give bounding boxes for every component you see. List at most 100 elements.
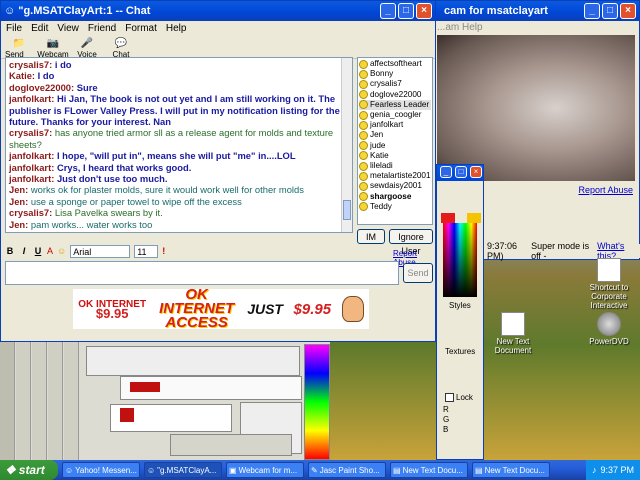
message-sender: Katie: <box>9 70 36 82</box>
task-yahoo-messenger[interactable]: ☺ Yahoo! Messen... <box>62 462 140 478</box>
menu-edit[interactable]: Edit <box>31 23 48 35</box>
user-list-item[interactable]: Katie <box>359 151 431 161</box>
message-input[interactable] <box>5 261 399 285</box>
chat-button[interactable]: 💬 Chat <box>107 38 135 59</box>
message-text: Lisa Pavelka swears by it. <box>54 207 163 219</box>
status-bar: 9:37:06 PM) Super mode is off - What's t… <box>484 241 640 261</box>
color-spectrum[interactable] <box>443 223 477 297</box>
user-smiley-icon <box>359 141 368 151</box>
user-list-item[interactable]: jude <box>359 141 431 151</box>
send-button[interactable]: Send <box>403 263 433 283</box>
message-sender: Jen: <box>9 195 29 207</box>
user-smiley-icon <box>359 80 368 89</box>
desktop-icon-powerdvd[interactable]: PowerDVD <box>580 312 638 346</box>
menu-bar: File Edit View Friend Format Help <box>1 21 435 37</box>
user-list-item[interactable]: Fearless Leader <box>359 99 431 111</box>
shortcut-icon <box>597 258 621 282</box>
close-icon[interactable]: × <box>416 3 432 19</box>
canvas-thumb[interactable] <box>86 346 300 376</box>
user-list-item[interactable]: janfolkart <box>359 120 431 130</box>
message-sender: janfolkart: <box>9 230 54 232</box>
taskbar: ❖ start ☺ Yahoo! Messen... ☺ "g.MSATClayA.… <box>0 460 640 480</box>
desktop-icon-text-doc[interactable]: New Text Document <box>484 312 542 355</box>
emoticon-icon[interactable]: ☺ <box>57 246 66 256</box>
background-swatch[interactable] <box>467 213 481 223</box>
chat-title: "g.MSATClayArt:1 -- Chat <box>18 5 151 17</box>
start-button[interactable]: ❖ start <box>0 460 58 480</box>
minimize-icon[interactable]: _ <box>380 3 396 19</box>
styles-label: Styles <box>449 301 471 310</box>
chat-log[interactable]: crysalis7: i do Katie: I do doglove22000: … <box>5 57 353 233</box>
desktop-icon-shortcut[interactable]: Shortcut to Corporate Interactive <box>580 258 638 310</box>
task-chat[interactable]: ☺ "g.MSATClayA... <box>144 462 222 478</box>
message-text: pam works... water works too <box>30 218 153 230</box>
user-smiley-icon <box>359 110 368 120</box>
close-icon[interactable]: × <box>470 166 482 178</box>
ad-thumb <box>120 408 134 422</box>
voice-button[interactable]: 🎤 Voice <box>73 38 101 59</box>
user-list-item[interactable]: Bonny <box>359 69 431 79</box>
menu-view[interactable]: View <box>57 23 79 35</box>
canvas-thumb[interactable] <box>170 434 292 456</box>
webcam-button[interactable]: 📷 Webcam <box>37 38 68 59</box>
maximize-icon[interactable]: □ <box>602 3 618 19</box>
user-list-item[interactable]: affectsoftheart <box>359 59 431 69</box>
chat-message: janfolkart: Hi Jan, The book is not out … <box>9 93 349 127</box>
font-select[interactable]: Arial <box>70 244 131 258</box>
user-name: shargoose <box>370 191 412 201</box>
user-name: Fearless Leader <box>370 99 430 109</box>
send-file-button[interactable]: 📁 Send File <box>5 38 33 68</box>
font-size-select[interactable]: 11 <box>134 244 159 258</box>
scrollbar-thumb[interactable] <box>343 200 351 220</box>
user-name: affectsoftheart <box>370 59 422 68</box>
task-webcam[interactable]: ▣ Webcam for m... <box>226 462 304 478</box>
webcam-titlebar[interactable]: cam for msatclayart _ □ × <box>433 1 639 21</box>
maximize-icon[interactable]: □ <box>455 166 467 178</box>
menu-friend[interactable]: Friend <box>88 23 116 35</box>
menu-file[interactable]: File <box>6 23 22 35</box>
clock[interactable]: 9:37 PM <box>600 465 634 475</box>
user-list-item[interactable]: lileladi <box>359 161 431 171</box>
lock-checkbox[interactable]: Lock <box>445 393 473 402</box>
webcam-report-abuse-link[interactable]: Report Abuse <box>578 185 633 195</box>
user-list[interactable]: affectsoftheart Bonny crysalis7 doglove2200… <box>357 57 433 225</box>
menu-format[interactable]: Format <box>125 23 157 35</box>
foreground-swatch[interactable] <box>441 213 455 223</box>
chat-icon: ☺ <box>147 465 156 475</box>
user-list-item[interactable]: genia_coogler <box>359 110 431 120</box>
task-paint-shop[interactable]: ✎ Jasc Paint Sho... <box>308 462 386 478</box>
buzz-icon[interactable]: ! <box>162 246 165 256</box>
user-list-item[interactable]: sewdaisy2001 <box>359 181 431 192</box>
minimize-icon[interactable]: _ <box>584 3 600 19</box>
color-strip[interactable] <box>304 344 330 460</box>
text-color-icon[interactable]: A <box>47 246 53 256</box>
menu-help[interactable]: Help <box>166 23 187 35</box>
underline-button[interactable]: U <box>33 246 43 256</box>
user-list-item[interactable]: crysalis7 <box>359 79 431 89</box>
user-list-item[interactable]: Jen <box>359 130 431 141</box>
minimize-icon[interactable]: _ <box>440 166 452 178</box>
ignore-user-button[interactable]: Ignore User <box>389 229 433 256</box>
user-smiley-icon <box>359 151 368 161</box>
message-text: Just don't use too much. <box>56 173 168 185</box>
close-icon[interactable]: × <box>620 3 636 19</box>
user-name: jude <box>370 140 386 150</box>
italic-button[interactable]: I <box>19 246 29 256</box>
palette-titlebar[interactable]: _ □ × <box>437 165 483 181</box>
webcam-menu[interactable]: ...am Help <box>433 21 639 35</box>
user-list-item[interactable]: Teddy <box>359 202 431 212</box>
maximize-icon[interactable]: □ <box>398 3 414 19</box>
user-smiley-icon <box>359 100 368 110</box>
chat-titlebar[interactable]: ☺ "g.MSATClayArt:1 -- Chat _ □ × <box>1 1 435 21</box>
user-list-item[interactable]: metalartiste2001 <box>359 171 431 181</box>
user-list-item[interactable]: shargoose <box>359 192 431 202</box>
chat-log-scrollbar[interactable] <box>341 58 352 232</box>
bold-button[interactable]: B <box>5 246 15 256</box>
user-list-item[interactable]: doglove22000 <box>359 90 431 100</box>
task-text-doc-1[interactable]: ▤ New Text Docu... <box>390 462 468 478</box>
ad-banner[interactable]: OK INTERNET $9.95 OK INTERNET ACCESS JUS… <box>73 287 369 330</box>
task-text-doc-2[interactable]: ▤ New Text Docu... <box>472 462 550 478</box>
im-button[interactable]: IM <box>357 229 385 244</box>
chat-message: janfolkart: Crys, I heard that works goo… <box>9 162 349 173</box>
volume-icon[interactable]: ♪ <box>592 465 597 475</box>
